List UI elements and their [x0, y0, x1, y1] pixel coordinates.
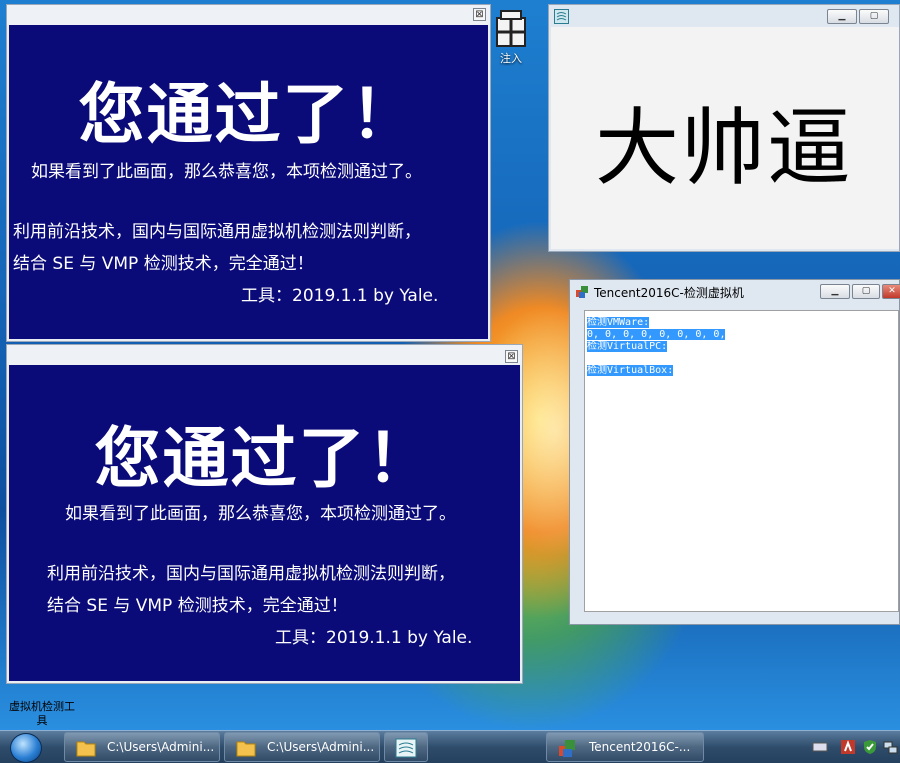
- desktop-icon-vm-tool-label: 虚拟机检测工 具: [9, 700, 75, 727]
- caption-window-body: 大帅逼: [551, 27, 899, 249]
- pass-window-bottom[interactable]: ⊠ 您通过了！ 如果看到了此画面，那么恭喜您，本项检测通过了。 利用前沿技术，国…: [6, 344, 523, 684]
- message-line-2: 利用前沿技术，国内与国际通用虚拟机检测法则判断，: [13, 222, 421, 242]
- output-line: 检测VirtualBox:: [587, 365, 674, 376]
- caption-window[interactable]: ▁ ▢ 大帅逼: [548, 4, 900, 252]
- output-line: 检测VMWare:: [587, 317, 650, 328]
- message-line-3: 结合 SE 与 VMP 检测技术，完全通过！: [47, 596, 348, 616]
- app-icon: [554, 9, 569, 24]
- close-button[interactable]: ⊠: [505, 350, 518, 363]
- taskbar-item-explorer-1[interactable]: C:\Users\Admini...: [64, 732, 220, 762]
- minimize-button[interactable]: ▁: [820, 284, 850, 299]
- desktop-icon-vm-tool[interactable]: 虚拟机检测工 具: [0, 686, 84, 728]
- title-bar[interactable]: [7, 345, 522, 365]
- pass-window-body: 您通过了！ 如果看到了此画面，那么恭喜您，本项检测通过了。 利用前沿技术，国内与…: [9, 25, 488, 339]
- close-button[interactable]: ✕: [882, 284, 900, 299]
- tool-version: 工具：2019.1.1 by Yale.: [241, 286, 439, 306]
- app-icon: [395, 738, 417, 758]
- security-shield-icon[interactable]: [862, 739, 878, 755]
- message-line-1: 如果看到了此画面，那么恭喜您，本项检测通过了。: [65, 504, 456, 524]
- taskbar-item-tencent[interactable]: Tencent2016C-...: [546, 732, 704, 762]
- output-box[interactable]: 检测VMWare: 0, 0, 0, 0, 0, 0, 0, 0, 检测Virt…: [584, 310, 899, 612]
- flash-icon[interactable]: [840, 739, 856, 755]
- taskbar-item-explorer-2[interactable]: C:\Users\Admini...: [224, 732, 380, 762]
- window-title: Tencent2016C-检测虚拟机: [594, 286, 744, 300]
- pass-window-top[interactable]: ⊠ 您通过了！ 如果看到了此画面，那么恭喜您，本项检测通过了。 利用前沿技术，国…: [6, 4, 491, 342]
- maximize-button[interactable]: ▢: [852, 284, 880, 299]
- caption-text: 大帅逼: [595, 99, 854, 197]
- taskbar-item-label: Tencent2016C-...: [589, 740, 691, 754]
- close-button[interactable]: ⊠: [473, 8, 486, 21]
- output-line: 0, 0, 0, 0, 0, 0, 0, 0,: [587, 329, 726, 340]
- taskbar-item-label: C:\Users\Admini...: [267, 740, 375, 754]
- output-line: 检测VirtualPC:: [587, 341, 668, 352]
- output-text: 检测VMWare: 0, 0, 0, 0, 0, 0, 0, 0, 检测Virt…: [587, 317, 726, 377]
- taskbar: C:\Users\Admini... C:\Users\Admini... Te…: [0, 730, 900, 763]
- minimize-button[interactable]: ▁: [827, 9, 857, 24]
- desktop-icon-inject-label: 注入: [500, 52, 522, 65]
- folder-icon: [76, 741, 96, 757]
- title-bar[interactable]: [7, 5, 490, 25]
- taskbar-item-label: C:\Users\Admini...: [107, 740, 215, 754]
- message-line-2: 利用前沿技术，国内与国际通用虚拟机检测法则判断，: [47, 564, 455, 584]
- package-icon: [496, 10, 526, 47]
- desktop-icon-inject[interactable]: 注入: [491, 8, 531, 66]
- app-icon: [576, 286, 588, 298]
- message-line-1: 如果看到了此画面，那么恭喜您，本项检测通过了。: [31, 162, 422, 182]
- pass-window-body: 您通过了！ 如果看到了此画面，那么恭喜您，本项检测通过了。 利用前沿技术，国内与…: [9, 365, 520, 681]
- headline: 您通过了！: [78, 76, 419, 153]
- keyboard-icon[interactable]: [812, 739, 828, 755]
- taskbar-item-app[interactable]: [384, 732, 428, 762]
- maximize-button[interactable]: ▢: [859, 9, 889, 24]
- tool-version: 工具：2019.1.1 by Yale.: [275, 628, 473, 648]
- network-icon[interactable]: [882, 739, 898, 755]
- start-button[interactable]: [10, 733, 42, 763]
- tencent-window[interactable]: Tencent2016C-检测虚拟机 ▁ ▢ ✕ 检测VMWare: 0, 0,…: [569, 279, 900, 625]
- message-line-3: 结合 SE 与 VMP 检测技术，完全通过！: [13, 254, 314, 274]
- app-icon: [559, 740, 575, 757]
- headline: 您通过了！: [94, 420, 435, 497]
- folder-icon: [236, 741, 256, 757]
